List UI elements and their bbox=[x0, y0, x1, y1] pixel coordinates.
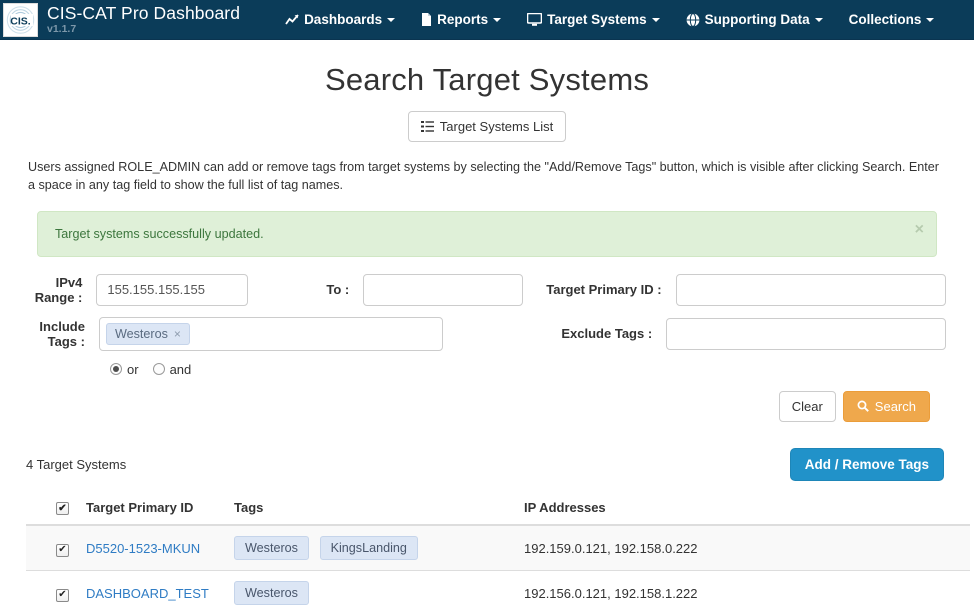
nav-item-collections[interactable]: Collections bbox=[836, 0, 948, 40]
to-label: To : bbox=[326, 282, 350, 298]
form-buttons: Clear Search bbox=[14, 390, 930, 422]
form-row-tags: Include Tags : Westeros × Exclude Tags : bbox=[14, 316, 946, 351]
table-body: D5520-1523-MKUN Westeros KingsLanding 19… bbox=[26, 524, 970, 614]
row-select-cell bbox=[26, 570, 78, 614]
radio-or[interactable] bbox=[110, 363, 122, 376]
table-row[interactable]: DASHBOARD_TEST Westeros 192.156.0.121, 1… bbox=[26, 570, 970, 614]
operator-option-or[interactable]: or bbox=[110, 362, 139, 377]
file-icon bbox=[421, 13, 432, 26]
row-target-primary-id: D5520-1523-MKUN bbox=[78, 524, 226, 571]
row-checkbox[interactable] bbox=[56, 543, 69, 557]
target-primary-id-input[interactable] bbox=[675, 273, 946, 306]
alert-message: Target systems successfully updated. bbox=[55, 226, 264, 241]
operator-option-label: or bbox=[127, 361, 139, 377]
brand-title: CIS-CAT Pro Dashboard bbox=[47, 2, 241, 23]
to-input[interactable] bbox=[363, 273, 524, 306]
column-header-tags[interactable]: Tags bbox=[226, 490, 516, 527]
search-form: IPv4 Range : To : Target Primary ID : In… bbox=[14, 273, 960, 422]
search-icon bbox=[857, 400, 869, 413]
column-header-target-primary-id[interactable]: Target Primary ID bbox=[78, 490, 226, 527]
tag-pill: Westeros bbox=[234, 536, 309, 561]
svg-text:CIS.: CIS. bbox=[10, 15, 31, 27]
include-tags-label: Include Tags : bbox=[39, 318, 85, 349]
nav-items: Dashboards Reports Target Systems Suppor… bbox=[272, 0, 947, 40]
add-remove-tags-label: Add / Remove Tags bbox=[804, 456, 929, 472]
select-all-header bbox=[26, 490, 78, 527]
include-tags-input[interactable]: Westeros × bbox=[98, 316, 443, 351]
add-remove-tags-button[interactable]: Add / Remove Tags bbox=[789, 447, 944, 481]
chevron-down-icon bbox=[651, 17, 660, 22]
target-systems-list-button[interactable]: Target Systems List bbox=[407, 111, 567, 142]
row-checkbox[interactable] bbox=[56, 588, 69, 602]
nav-item-label: Target Systems bbox=[547, 12, 647, 27]
target-systems-table: Target Primary ID Tags IP Addresses D552… bbox=[26, 490, 970, 614]
nav-item-supporting-data[interactable]: Supporting Data bbox=[673, 0, 836, 40]
row-tags: Westeros bbox=[226, 570, 516, 614]
radio-and[interactable] bbox=[152, 363, 165, 376]
table-head: Target Primary ID Tags IP Addresses bbox=[26, 490, 970, 527]
exclude-tags-input[interactable] bbox=[666, 317, 946, 350]
page-body: Search Target Systems Target Systems Lis… bbox=[0, 62, 974, 614]
table-header-row: Target Primary ID Tags IP Addresses bbox=[26, 490, 970, 527]
ipv4-range-input[interactable] bbox=[96, 273, 249, 306]
form-row-ipv4: IPv4 Range : To : Target Primary ID : bbox=[14, 273, 946, 306]
target-systems-list-label: Target Systems List bbox=[439, 119, 554, 134]
tag-pill: Westeros bbox=[234, 581, 309, 606]
cis-logo-icon: CIS. bbox=[3, 2, 38, 37]
page-title: Search Target Systems bbox=[324, 62, 650, 97]
chevron-down-icon bbox=[926, 17, 935, 22]
nav-item-label: Collections bbox=[848, 12, 922, 27]
row-select-cell bbox=[26, 524, 78, 571]
row-ip-addresses: 192.156.0.121, 192.158.1.222 bbox=[516, 570, 970, 614]
column-header-ip-addresses[interactable]: IP Addresses bbox=[516, 490, 970, 527]
nav-item-reports[interactable]: Reports bbox=[408, 0, 514, 40]
chevron-down-icon bbox=[387, 17, 396, 22]
brand[interactable]: CIS. CIS-CAT Pro Dashboard v1.1.7 bbox=[3, 2, 241, 37]
row-tags: Westeros KingsLanding bbox=[226, 524, 516, 571]
select-all-checkbox[interactable] bbox=[56, 502, 69, 516]
operator-option-label: and bbox=[169, 361, 192, 377]
results-count: 4 Target Systems bbox=[26, 456, 127, 472]
table-row[interactable]: D5520-1523-MKUN Westeros KingsLanding 19… bbox=[26, 524, 970, 571]
list-icon bbox=[420, 121, 434, 132]
exclude-tags-label: Exclude Tags : bbox=[561, 326, 653, 342]
nav-item-label: Reports bbox=[437, 12, 489, 27]
desktop-icon bbox=[527, 13, 543, 26]
close-icon[interactable]: × bbox=[915, 221, 924, 238]
top-navigation-bar: CIS. CIS-CAT Pro Dashboard v1.1.7 Dashbo… bbox=[0, 0, 974, 40]
nav-item-label: Dashboards bbox=[304, 12, 383, 27]
globe-icon bbox=[686, 12, 700, 27]
target-primary-id-label: Target Primary ID : bbox=[546, 282, 662, 298]
operator-option-and[interactable]: and bbox=[152, 361, 192, 377]
brand-version: v1.1.7 bbox=[47, 23, 77, 35]
success-alert: Target systems successfully updated. × bbox=[37, 210, 937, 257]
row-ip-addresses: 192.159.0.121, 192.158.0.222 bbox=[516, 524, 970, 571]
clear-button-label: Clear bbox=[791, 398, 823, 414]
tag-chip[interactable]: Westeros × bbox=[105, 322, 190, 345]
remove-tag-icon[interactable]: × bbox=[174, 327, 181, 341]
search-button-label: Search bbox=[874, 398, 916, 414]
nav-item-dashboards[interactable]: Dashboards bbox=[272, 0, 408, 40]
intro-text: Users assigned ROLE_ADMIN can add or rem… bbox=[28, 160, 939, 192]
target-link[interactable]: DASHBOARD_TEST bbox=[86, 586, 209, 601]
nav-item-target-systems[interactable]: Target Systems bbox=[514, 0, 673, 40]
results-header: 4 Target Systems Add / Remove Tags bbox=[26, 447, 944, 481]
search-button[interactable]: Search bbox=[842, 390, 930, 422]
chevron-down-icon bbox=[814, 17, 823, 22]
ipv4-range-label: IPv4 Range : bbox=[34, 274, 83, 305]
tag-chip-label: Westeros bbox=[114, 326, 168, 341]
chevron-down-icon bbox=[493, 17, 502, 22]
row-target-primary-id: DASHBOARD_TEST bbox=[78, 570, 226, 614]
nav-item-label: Supporting Data bbox=[704, 12, 810, 27]
tag-pill: KingsLanding bbox=[319, 536, 418, 561]
target-link[interactable]: D5520-1523-MKUN bbox=[86, 541, 200, 556]
page-actions: Target Systems List bbox=[14, 111, 960, 142]
operator-radio-group: or and bbox=[110, 362, 946, 377]
chart-line-icon bbox=[285, 13, 299, 26]
clear-button[interactable]: Clear bbox=[778, 390, 836, 422]
